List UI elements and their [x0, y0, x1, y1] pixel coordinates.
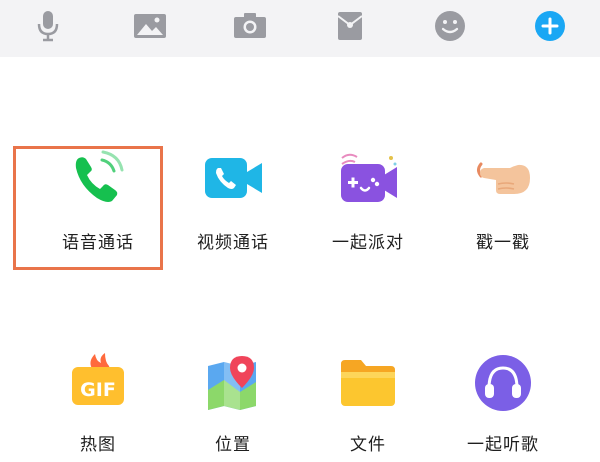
panel-item-music[interactable]: 一起听歌	[438, 352, 568, 462]
panel-item-label: 热图	[80, 435, 116, 455]
party-icon	[337, 148, 399, 210]
chat-input-toolbar	[0, 0, 600, 57]
image-icon[interactable]	[132, 8, 168, 44]
camera-icon[interactable]	[232, 8, 268, 44]
emoji-icon[interactable]	[432, 8, 468, 44]
panel-item-label: 语音通话	[62, 233, 134, 253]
panel-item-poke[interactable]: 戳一戳	[438, 148, 568, 258]
location-icon	[202, 352, 264, 414]
panel-item-voice-call[interactable]: 语音通话	[33, 148, 163, 258]
panel-item-label: 一起派对	[332, 233, 404, 253]
panel-item-label: 视频通话	[197, 233, 269, 253]
panel-item-party[interactable]: 一起派对	[303, 148, 433, 258]
panel-item-gif[interactable]: GIF 热图	[33, 352, 163, 462]
microphone-icon[interactable]	[30, 8, 66, 44]
folder-icon	[337, 352, 399, 414]
panel-item-label: 戳一戳	[476, 233, 530, 253]
panel-item-label: 一起听歌	[467, 435, 539, 455]
panel-item-file[interactable]: 文件	[303, 352, 433, 462]
poke-icon	[472, 148, 534, 210]
svg-text:GIF: GIF	[80, 379, 116, 401]
voice-call-icon	[67, 148, 129, 210]
red-packet-icon[interactable]	[332, 8, 368, 44]
panel-item-label: 文件	[350, 435, 386, 455]
gif-icon: GIF	[67, 352, 129, 414]
panel-item-location[interactable]: 位置	[168, 352, 298, 462]
add-icon[interactable]	[532, 8, 568, 44]
video-call-icon	[202, 148, 264, 210]
music-icon	[472, 352, 534, 414]
panel-item-label: 位置	[215, 435, 251, 455]
panel-item-video-call[interactable]: 视频通话	[168, 148, 298, 258]
